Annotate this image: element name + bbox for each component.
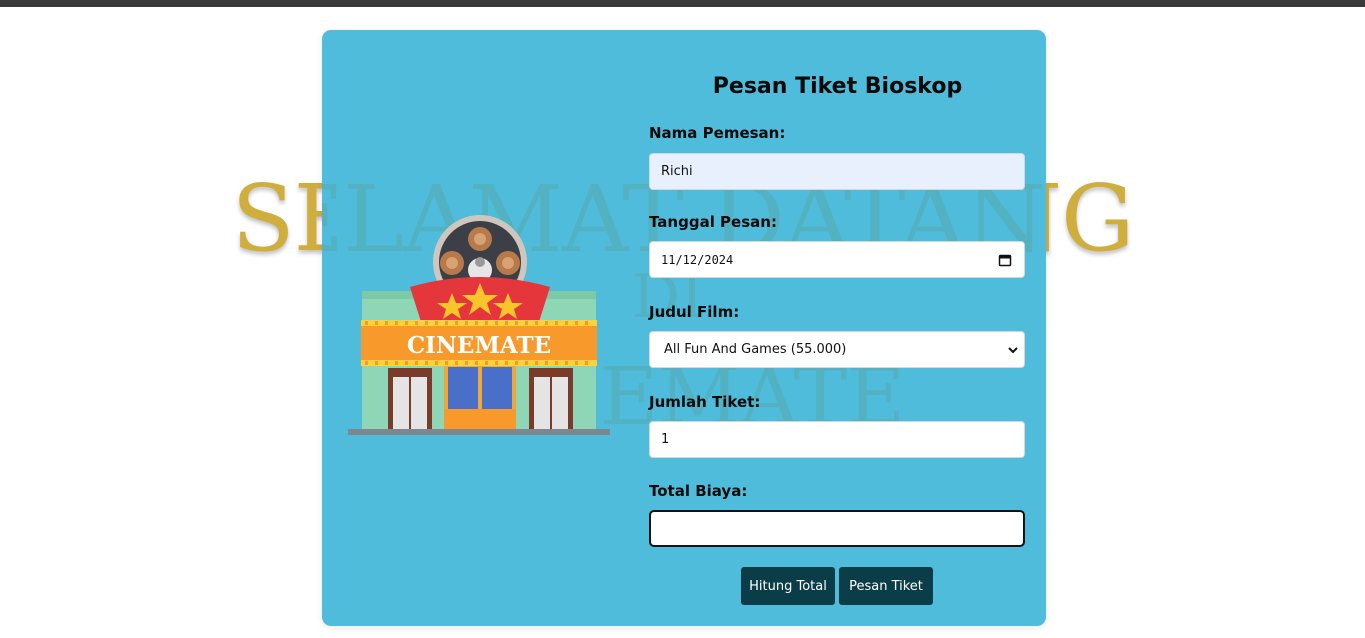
name-value: Richi [661,164,693,179]
name-input[interactable]: Richi [649,153,1025,190]
film-select[interactable]: All Fun And Games (55.000) [649,331,1025,368]
date-input[interactable]: 11/12/2024 [649,241,1025,278]
name-label: Nama Pemesan: [649,124,786,142]
film-label: Judul Film: [649,303,740,321]
browser-top-bar [0,0,1365,7]
calendar-icon[interactable] [998,253,1012,267]
cinema-building-illustration: CINEMATE [348,215,610,435]
order-ticket-button[interactable]: Pesan Tiket [839,567,933,605]
form-title: Pesan Tiket Bioskop [712,74,963,99]
booking-card: SELAMAT DATANG DI CINEMATE [322,30,1046,626]
calculate-total-button[interactable]: Hitung Total [741,567,835,605]
film-selected-value: All Fun And Games (55.000) [664,342,847,357]
quantity-label: Jumlah Tiket: [649,393,761,411]
quantity-value: 1 [661,432,670,447]
date-value: 11/12/2024 [661,252,734,267]
cinema-sign-text: CINEMATE [407,332,551,359]
total-label: Total Biaya: [649,482,748,500]
total-input[interactable] [649,510,1025,547]
quantity-input[interactable]: 1 [649,421,1025,458]
date-label: Tanggal Pesan: [649,213,777,231]
chevron-down-icon [1008,347,1018,354]
